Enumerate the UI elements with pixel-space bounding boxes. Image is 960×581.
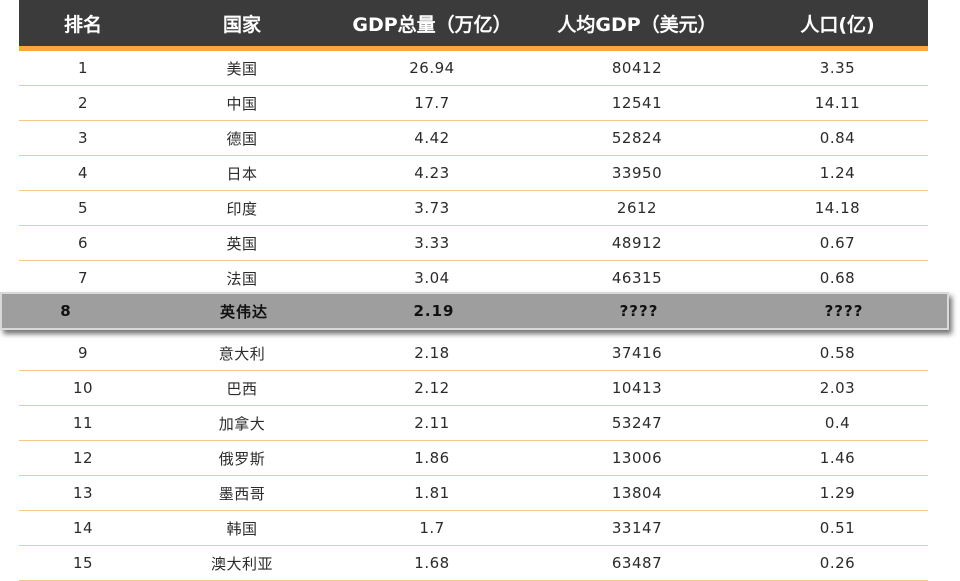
highlight-row: 8 英伟达 2.19 ???? ???? <box>0 292 949 330</box>
cell-rank: 7 <box>77 269 89 287</box>
cell-rank: 14 <box>72 519 94 537</box>
table-row: 5 印度 3.73 2612 14.18 <box>19 191 928 226</box>
cell-population: 0.84 <box>819 129 856 147</box>
table-row: 12 俄罗斯 1.86 13006 1.46 <box>19 441 928 476</box>
cell-per-capita: 80412 <box>611 59 663 77</box>
cell-country: 加拿大 <box>218 414 266 433</box>
cell-gdp: 17.7 <box>414 94 450 112</box>
cell-rank: 13 <box>72 484 94 502</box>
table-row: 3 德国 4.42 52824 0.84 <box>19 121 928 156</box>
cell-country: 俄罗斯 <box>218 449 266 468</box>
cell-rank: 3 <box>77 129 89 147</box>
cell-gdp: 2.18 <box>414 344 450 362</box>
cell-per-capita: 33147 <box>611 519 663 537</box>
table-row: 7 法国 3.04 46315 0.68 <box>19 261 928 296</box>
cell-country: 日本 <box>226 164 258 183</box>
cell-country: 美国 <box>226 59 258 78</box>
table-header: 排名 国家 GDP总量（万亿） 人均GDP（美元） 人口(亿) <box>19 0 928 46</box>
cell-population: 2.03 <box>819 379 856 397</box>
cell-country: 中国 <box>226 94 258 113</box>
cell-country: 英国 <box>226 234 258 253</box>
cell-per-capita: 10413 <box>611 379 663 397</box>
cell-gdp: 3.04 <box>414 269 450 287</box>
highlight-rank: 8 <box>60 302 72 320</box>
cell-population: 14.18 <box>814 199 861 217</box>
table-row: 1 美国 26.94 80412 3.35 <box>19 51 928 86</box>
table-body-bottom: 9 意大利 2.18 37416 0.58 10 巴西 2.12 10413 2.03 11 加拿大 2… <box>19 336 928 581</box>
table-row: 4 日本 4.23 33950 1.24 <box>19 156 928 191</box>
highlight-country: 英伟达 <box>219 302 268 321</box>
cell-gdp: 2.12 <box>414 379 450 397</box>
cell-gdp: 3.33 <box>414 234 450 252</box>
cell-gdp: 4.42 <box>414 129 450 147</box>
cell-gdp: 1.86 <box>414 449 450 467</box>
cell-rank: 6 <box>77 234 89 252</box>
cell-gdp: 3.73 <box>414 199 450 217</box>
cell-country: 韩国 <box>226 519 258 538</box>
cell-per-capita: 37416 <box>611 344 663 362</box>
cell-rank: 12 <box>72 449 94 467</box>
cell-per-capita: 13804 <box>611 484 663 502</box>
gdp-ranking-table: 排名 国家 GDP总量（万亿） 人均GDP（美元） 人口(亿) 1 美国 26.94… <box>19 0 928 581</box>
cell-population: 0.4 <box>824 414 851 432</box>
cell-gdp: 1.7 <box>419 519 445 537</box>
cell-country: 意大利 <box>218 344 266 363</box>
cell-rank: 4 <box>77 164 89 182</box>
cell-population: 0.67 <box>819 234 856 252</box>
cell-population: 0.68 <box>819 269 856 287</box>
header-gdp: GDP总量（万亿） <box>352 13 512 36</box>
cell-gdp: 2.11 <box>414 414 450 432</box>
cell-per-capita: 12541 <box>611 94 663 112</box>
cell-population: 1.29 <box>819 484 856 502</box>
highlight-per-capita: ???? <box>619 302 659 320</box>
cell-population: 3.35 <box>819 59 856 77</box>
cell-gdp: 1.81 <box>414 484 450 502</box>
table-row: 10 巴西 2.12 10413 2.03 <box>19 371 928 406</box>
cell-per-capita: 48912 <box>611 234 663 252</box>
cell-country: 法国 <box>226 269 258 288</box>
highlight-gdp: 2.19 <box>413 302 455 320</box>
highlight-population: ???? <box>824 302 864 320</box>
table-row: 6 英国 3.33 48912 0.67 <box>19 226 928 261</box>
cell-per-capita: 33950 <box>611 164 663 182</box>
table-body-top: 1 美国 26.94 80412 3.35 2 中国 17.7 12541 14.11 3 德国 4.4… <box>19 51 928 296</box>
cell-rank: 5 <box>77 199 89 217</box>
cell-per-capita: 53247 <box>611 414 663 432</box>
cell-country: 印度 <box>226 199 258 218</box>
cell-per-capita: 2612 <box>616 199 658 217</box>
table-row: 9 意大利 2.18 37416 0.58 <box>19 336 928 371</box>
header-per-capita: 人均GDP（美元） <box>557 13 717 36</box>
cell-rank: 1 <box>77 59 89 77</box>
cell-country: 墨西哥 <box>218 484 266 503</box>
table-row: 11 加拿大 2.11 53247 0.4 <box>19 406 928 441</box>
cell-country: 巴西 <box>226 379 258 398</box>
cell-rank: 9 <box>77 344 89 362</box>
cell-rank: 2 <box>77 94 89 112</box>
cell-rank: 11 <box>72 414 94 432</box>
cell-rank: 10 <box>72 379 94 397</box>
cell-gdp: 26.94 <box>409 59 455 77</box>
cell-gdp: 4.23 <box>414 164 450 182</box>
cell-per-capita: 13006 <box>611 449 663 467</box>
table-row: 2 中国 17.7 12541 14.11 <box>19 86 928 121</box>
cell-population: 14.11 <box>814 94 861 112</box>
cell-country: 德国 <box>226 129 258 148</box>
header-country: 国家 <box>222 13 261 36</box>
cell-population: 0.58 <box>819 344 856 362</box>
header-population: 人口(亿) <box>800 13 875 36</box>
table-row: 14 韩国 1.7 33147 0.51 <box>19 511 928 546</box>
cell-population: 1.46 <box>819 449 856 467</box>
table-row: 15 澳大利亚 1.68 63487 0.26 <box>19 546 928 581</box>
cell-per-capita: 46315 <box>611 269 663 287</box>
cell-population: 0.51 <box>819 519 856 537</box>
cell-per-capita: 52824 <box>611 129 663 147</box>
table-row: 13 墨西哥 1.81 13804 1.29 <box>19 476 928 511</box>
cell-population: 1.24 <box>819 164 856 182</box>
header-rank: 排名 <box>63 13 102 36</box>
